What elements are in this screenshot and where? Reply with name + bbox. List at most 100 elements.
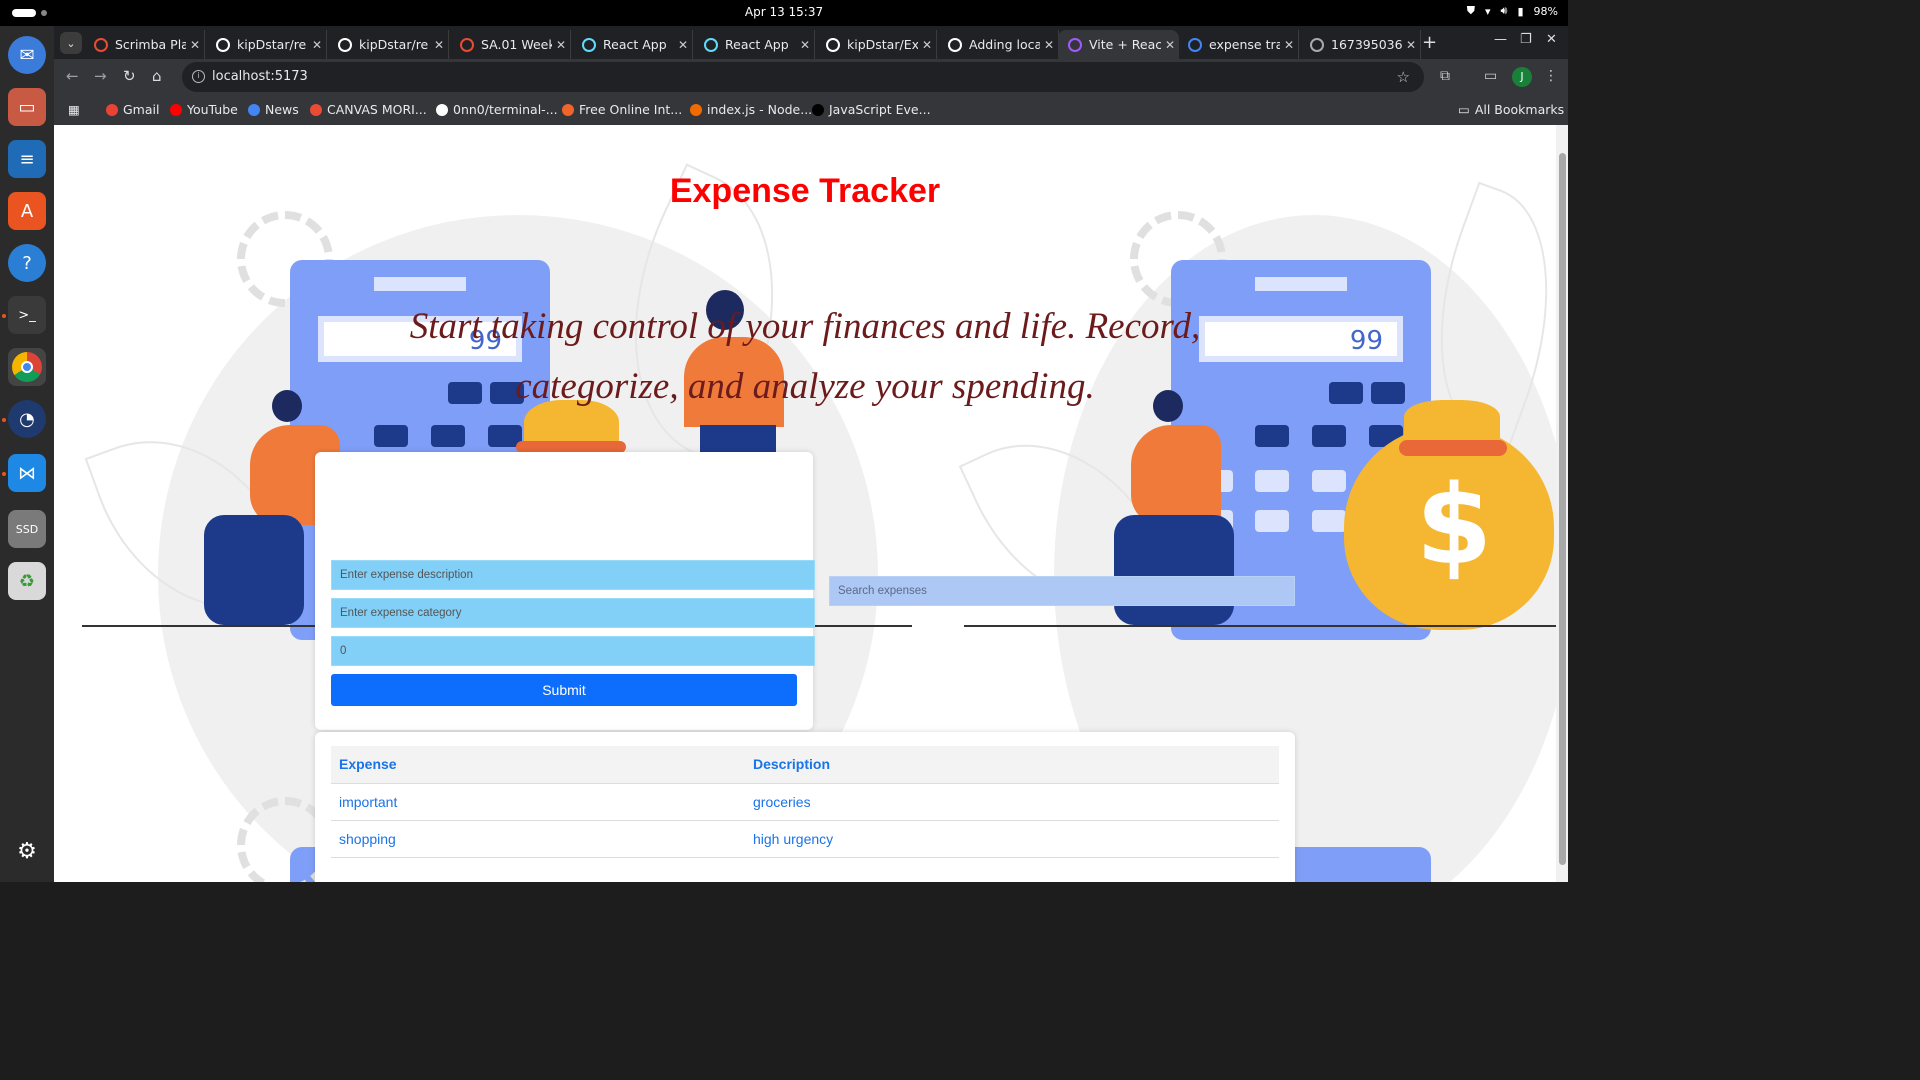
submit-button[interactable]: Submit [331, 674, 797, 706]
scrimba-icon [94, 37, 108, 52]
bookmark-item[interactable]: YouTube [170, 102, 238, 117]
vscode-icon[interactable]: ⋈ [8, 454, 46, 492]
bookmark-label: 0nn0/terminal-... [453, 102, 558, 117]
page-title: Expense Tracker [669, 172, 941, 210]
browser-tab[interactable]: Adding loca ✕ [938, 30, 1059, 59]
browser-tab[interactable]: kipDstar/Ex ✕ [816, 30, 937, 59]
profile-avatar[interactable]: J [1512, 67, 1532, 87]
column-header-description: Description [745, 746, 1279, 784]
show-apps-icon[interactable]: ⚙ [8, 832, 46, 870]
forward-icon[interactable]: → [94, 67, 107, 85]
dock: ✉ ▭ ≡ A ? >_ ◔ ⋈ SSD ♻ ⚙ [0, 26, 54, 882]
close-tab-icon[interactable]: ✕ [552, 38, 570, 52]
system-tray[interactable]: ⛊ ▾ 🔊︎ ▮ 98% [1467, 4, 1558, 18]
home-icon[interactable]: ⌂ [152, 67, 162, 85]
chrome-icon[interactable] [8, 348, 46, 386]
browser-tab[interactable]: React App ✕ [572, 30, 693, 59]
system-clock[interactable]: Apr 13 15:37 [0, 5, 1568, 19]
battery-icon: ▮ [1517, 4, 1524, 18]
cast-icon[interactable]: ▭ [1484, 68, 1497, 84]
google-icon [1188, 37, 1202, 52]
page-scrollbar[interactable] [1556, 125, 1568, 882]
back-icon[interactable]: ← [66, 67, 79, 85]
search-input[interactable]: Search expenses [829, 576, 1295, 606]
bookmark-label: Free Online Int... [579, 102, 683, 117]
site-info-icon[interactable]: i [192, 70, 205, 83]
category-input[interactable]: Enter expense category [331, 598, 815, 628]
url-text: localhost:5173 [212, 69, 308, 84]
table-header-row: Expense Description [331, 746, 1279, 784]
tagline: Start taking control of your finances an… [409, 306, 1201, 407]
apps-grid-icon[interactable]: ▦ [68, 102, 80, 117]
bookmark-favicon-icon [812, 103, 824, 116]
close-tab-icon[interactable]: ✕ [796, 38, 814, 52]
files-icon[interactable]: ▭ [8, 88, 46, 126]
maximize-icon[interactable]: ❐ [1520, 32, 1532, 47]
terminal-icon[interactable]: >_ [8, 296, 46, 334]
close-tab-icon[interactable]: ✕ [308, 38, 326, 52]
browser-tab[interactable]: 167395036 ✕ [1300, 30, 1421, 59]
expense-table: Expense Description important groceries … [331, 746, 1279, 858]
tab-title: kipDstar/re [237, 37, 307, 52]
minimize-icon[interactable]: — [1494, 32, 1507, 47]
browser-tab[interactable]: SA.01 Week ✕ [450, 30, 571, 59]
description-input[interactable]: Enter expense description [331, 560, 815, 590]
menu-icon[interactable]: ⋮ [1544, 68, 1558, 84]
bookmark-item[interactable]: 0nn0/terminal-... [436, 102, 558, 117]
github-icon [216, 37, 230, 52]
timer-icon[interactable]: ◔ [8, 400, 46, 438]
bookmark-item[interactable]: News [248, 102, 299, 117]
close-tab-icon[interactable]: ✕ [1280, 38, 1298, 52]
close-tab-icon[interactable]: ✕ [674, 38, 692, 52]
bookmark-favicon-icon [310, 103, 322, 116]
expense-cell: important [331, 783, 745, 821]
scrollbar-thumb[interactable] [1559, 153, 1566, 865]
expense-form: Enter expense description Enter expense … [315, 452, 815, 730]
browser-tab[interactable]: expense tra ✕ [1178, 30, 1299, 59]
close-tab-icon[interactable]: ✕ [430, 38, 448, 52]
new-tab-button[interactable]: + [1422, 32, 1437, 53]
table-row[interactable]: important groceries [331, 783, 1279, 821]
tab-title: React App [725, 37, 789, 52]
browser-tab[interactable]: Vite + React ✕ [1058, 30, 1179, 59]
browser-tab[interactable]: kipDstar/re ✕ [328, 30, 449, 59]
bookmark-item[interactable]: CANVAS MORI... [310, 102, 427, 117]
bookmark-label: index.js - Node... [707, 102, 813, 117]
ssd-drive-icon[interactable]: SSD [8, 510, 46, 548]
reload-icon[interactable]: ↻ [123, 67, 136, 85]
thunderbird-icon[interactable]: ✉ [8, 36, 46, 74]
calculator-display: 99 [1349, 326, 1383, 356]
bookmark-star-icon[interactable]: ☆ [1397, 62, 1410, 92]
close-tab-icon[interactable]: ✕ [918, 38, 936, 52]
close-window-icon[interactable]: ✕ [1546, 32, 1557, 47]
browser-tab[interactable]: React App ✕ [694, 30, 815, 59]
tab-title: React App [603, 37, 667, 52]
trash-icon[interactable]: ♻ [8, 562, 46, 600]
all-bookmarks-folder[interactable]: ▭ All Bookmarks [1458, 102, 1564, 117]
tab-search-icon[interactable]: ⌄ [60, 32, 82, 54]
expense-table-card: Expense Description important groceries … [315, 732, 1295, 882]
browser-tab[interactable]: Scrimba Pla ✕ [84, 30, 205, 59]
github-icon [826, 37, 840, 52]
close-tab-icon[interactable]: ✕ [1402, 38, 1420, 52]
extensions-icon[interactable]: ⧉ [1440, 68, 1450, 84]
writer-icon[interactable]: ≡ [8, 140, 46, 178]
address-bar[interactable]: i localhost:5173 ☆ [182, 62, 1424, 92]
amount-input[interactable]: 0 [331, 636, 815, 666]
bookmark-item[interactable]: Gmail [106, 102, 159, 117]
browser-tab[interactable]: kipDstar/re ✕ [206, 30, 327, 59]
close-tab-icon[interactable]: ✕ [1040, 38, 1058, 52]
web-page: 99 99 $ Expense Tracker Start taking con… [54, 125, 1568, 882]
app-center-icon[interactable]: A [8, 192, 46, 230]
bookmark-item[interactable]: Free Online Int... [562, 102, 682, 117]
table-row[interactable]: shopping high urgency [331, 820, 1279, 858]
close-tab-icon[interactable]: ✕ [1161, 38, 1179, 52]
github-icon [948, 37, 962, 52]
expense-cell: shopping [331, 820, 745, 858]
bookmark-item[interactable]: index.js - Node... [690, 102, 812, 117]
bookmark-item[interactable]: JavaScript Eve... [812, 102, 931, 117]
bookmark-favicon-icon [562, 103, 574, 116]
browser-window: ⌄ Scrimba Pla ✕ kipDstar/re ✕ kipDstar/re ✕ SA… [54, 26, 1568, 125]
help-icon[interactable]: ? [8, 244, 46, 282]
close-tab-icon[interactable]: ✕ [186, 38, 204, 52]
